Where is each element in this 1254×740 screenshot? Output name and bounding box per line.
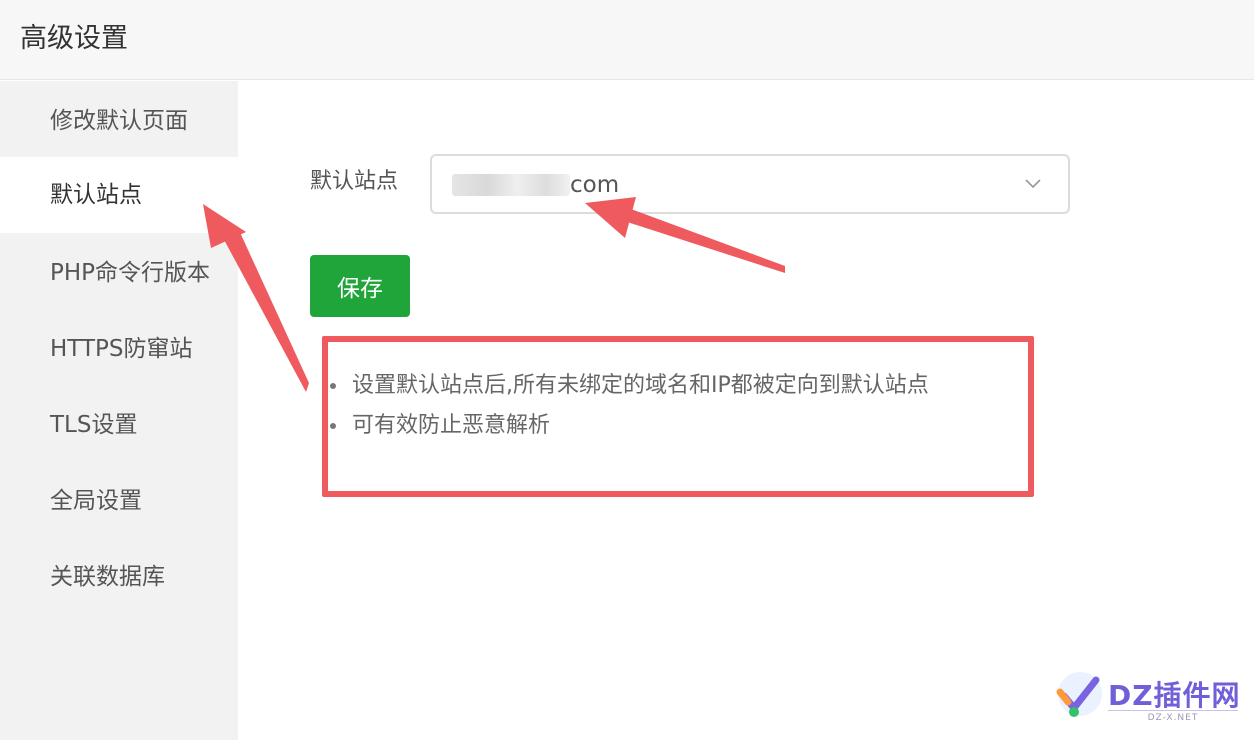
page-title: 高级设置: [20, 23, 128, 54]
tips-list: 设置默认站点后,所有未绑定的域名和IP都被定向到默认站点 可有效防止恶意解析: [328, 366, 929, 446]
watermark-brand: DZ插件网: [1108, 679, 1241, 712]
sidebar-item-modify-default-page[interactable]: 修改默认页面: [0, 83, 238, 159]
watermark: DZ插件网 DZ-X.NET: [1050, 662, 1245, 732]
sidebar-item-global-settings[interactable]: 全局设置: [0, 463, 238, 539]
main-panel: 默认站点 com 保存 设置默认站点后,所有未绑定的域名和IP都被定向到默认站点…: [238, 81, 1254, 740]
page-header: 高级设置: [0, 0, 1254, 80]
sidebar-item-php-cli-version[interactable]: PHP命令行版本: [0, 235, 238, 311]
watermark-logo-icon: [1056, 672, 1102, 717]
sidebar: 修改默认页面 默认站点 PHP命令行版本 HTTPS防窜站 TLS设置 全局设置…: [0, 81, 238, 740]
tip-item: 设置默认站点后,所有未绑定的域名和IP都被定向到默认站点: [328, 366, 929, 406]
save-button[interactable]: 保存: [310, 255, 410, 317]
default-site-label: 默认站点: [310, 169, 399, 194]
tip-item: 可有效防止恶意解析: [328, 406, 929, 446]
sidebar-item-https-anti-hijack[interactable]: HTTPS防窜站: [0, 311, 238, 387]
default-site-select[interactable]: com: [430, 154, 1070, 214]
chevron-down-icon: [1025, 179, 1041, 189]
default-site-value-text: com: [570, 172, 620, 198]
sidebar-item-default-site[interactable]: 默认站点: [0, 157, 238, 233]
redacted-domain-mask: [452, 174, 570, 196]
tips-box: 设置默认站点后,所有未绑定的域名和IP都被定向到默认站点 可有效防止恶意解析: [322, 336, 1034, 497]
watermark-domain: DZ-X.NET: [1108, 710, 1238, 723]
sidebar-item-linked-database[interactable]: 关联数据库: [0, 539, 238, 615]
sidebar-item-tls-settings[interactable]: TLS设置: [0, 387, 238, 463]
